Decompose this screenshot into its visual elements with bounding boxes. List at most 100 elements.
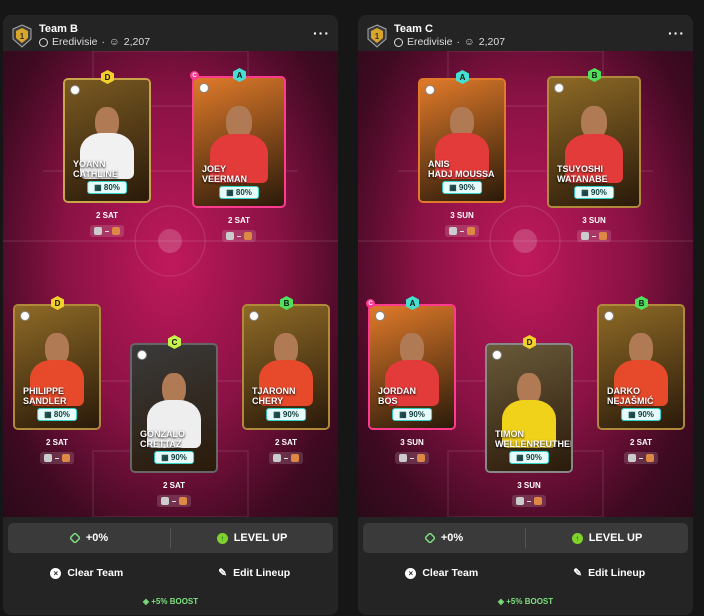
users-icon: ☺ (109, 36, 120, 48)
shirt-icon: ▦ (94, 183, 104, 192)
player-card[interactable]: YOANN CATHLINE ▦ 80% (63, 78, 151, 203)
player-card[interactable]: ANIS HADJ MOUSSA ▦ 90% (418, 78, 506, 203)
team-actions: × Clear Team ✎ Edit Lineup (358, 563, 693, 583)
player-last-name: BOS (378, 396, 398, 406)
boost-bar: +0% ↑ LEVEL UP (8, 523, 333, 553)
player-last-name: NEJAŠMIĆ (607, 396, 654, 406)
player-first-name: DARKO (607, 386, 640, 396)
play-probability: ▦ 80% (219, 186, 259, 199)
player-name: PHILIPPE SANDLER (23, 386, 67, 406)
team-name[interactable]: Team C (394, 23, 433, 35)
clear-team-label: Clear Team (67, 567, 124, 579)
player-name: DARKO NEJAŠMIĆ (607, 386, 654, 406)
boost-label: +5% BOOST (151, 597, 199, 606)
shirt-icon: ▦ (44, 410, 54, 419)
away-club-icon (244, 232, 252, 240)
team-panel: 1 Team B Eredivisie · ☺ 2,207 ··· YOANN CATHLINE… (3, 15, 338, 615)
edit-lineup-button[interactable]: ✎ Edit Lineup (171, 563, 339, 583)
fixture-dash (460, 230, 464, 232)
club-logo-icon (554, 83, 564, 93)
player-first-name: TJARONN (252, 386, 296, 396)
boost-delta-button[interactable]: +0% (8, 523, 170, 553)
boost-small-icon: ◈ (497, 597, 507, 606)
player-card[interactable]: DARKO NEJAŠMIĆ ▦ 90% (597, 304, 685, 430)
team-header: 1 Team C Eredivisie · ☺ 2,207 ··· (358, 15, 693, 51)
player-last-name: CRETTAZ (140, 439, 182, 449)
fixture-dash (55, 457, 59, 459)
player-card[interactable]: TJARONN CHERY ▦ 90% (242, 304, 330, 430)
trophy-icon: 1 (12, 24, 32, 48)
trophy-icon: 1 (367, 24, 387, 48)
boost-delta: +0% (85, 532, 109, 544)
player-name: JORDAN BOS (378, 386, 416, 406)
separator: · (456, 36, 461, 48)
fixture (90, 225, 124, 237)
player-card[interactable]: JOEY VEERMAN ▦ 80% (192, 76, 286, 208)
more-dots-icon[interactable]: ··· (313, 25, 330, 41)
svg-text:1: 1 (20, 32, 25, 41)
fixture-dash (237, 235, 241, 237)
player-last-name: WATANABE (557, 174, 608, 184)
separator: · (101, 36, 106, 48)
team-actions: × Clear Team ✎ Edit Lineup (3, 563, 338, 583)
captain-icon: C (366, 299, 375, 308)
team-subtitle: Eredivisie · ☺ 2,207 (394, 36, 505, 48)
match-day: 2 SAT (162, 481, 186, 490)
away-club-icon (467, 227, 475, 235)
team-name[interactable]: Team B (39, 23, 78, 35)
home-club-icon (94, 227, 102, 235)
club-logo-icon (604, 311, 614, 321)
fixture-dash (639, 457, 643, 459)
boost-delta: +0% (440, 532, 464, 544)
match-day: 2 SAT (95, 211, 119, 220)
team-header: 1 Team B Eredivisie · ☺ 2,207 ··· (3, 15, 338, 51)
entry-count: 2,207 (123, 36, 151, 48)
away-club-icon (179, 497, 187, 505)
player-last-name: WELLENREUTHER (495, 439, 573, 449)
shirt-icon: ▦ (273, 410, 283, 419)
player-first-name: TIMON (495, 429, 524, 439)
play-probability: ▦ 90% (266, 408, 306, 421)
club-logo-icon (137, 350, 147, 360)
level-up-button[interactable]: ↑ LEVEL UP (171, 523, 333, 553)
clear-team-button[interactable]: × Clear Team (358, 563, 526, 583)
more-dots-icon[interactable]: ··· (668, 25, 685, 41)
play-probability: ▦ 90% (442, 181, 482, 194)
away-club-icon (599, 232, 607, 240)
boost-delta-button[interactable]: +0% (363, 523, 525, 553)
player-card[interactable]: PHILIPPE SANDLER ▦ 80% (13, 304, 101, 430)
club-logo-icon (375, 311, 385, 321)
player-card[interactable]: TIMON WELLENREUTHER ▦ 90% (485, 343, 573, 473)
player-last-name: SANDLER (23, 396, 67, 406)
player-first-name: PHILIPPE (23, 386, 65, 396)
home-club-icon (516, 497, 524, 505)
match-day: 2 SAT (629, 438, 653, 447)
player-card[interactable]: JORDAN BOS ▦ 90% (368, 304, 456, 430)
level-up-button[interactable]: ↑ LEVEL UP (526, 523, 688, 553)
player-card[interactable]: TSUYOSHI WATANABE ▦ 90% (547, 76, 641, 208)
fixture (577, 230, 611, 242)
close-icon: × (50, 567, 62, 579)
boost-small-icon: ◈ (142, 597, 152, 606)
player-card[interactable]: GONZALO CRETTAZ ▦ 90% (130, 343, 218, 473)
edit-lineup-label: Edit Lineup (588, 567, 646, 579)
shirt-icon: ▦ (161, 453, 171, 462)
fixture-dash (527, 500, 531, 502)
boost-label: +5% BOOST (506, 597, 554, 606)
away-club-icon (291, 454, 299, 462)
match-day: 3 SUN (450, 211, 474, 220)
league-name: Eredivisie (407, 36, 453, 48)
play-probability: ▦ 90% (621, 408, 661, 421)
edit-lineup-button[interactable]: ✎ Edit Lineup (526, 563, 694, 583)
home-club-icon (161, 497, 169, 505)
fixture-dash (284, 457, 288, 459)
player-name: YOANN CATHLINE (73, 159, 118, 179)
home-club-icon (273, 454, 281, 462)
boost-icon (69, 533, 80, 543)
boost-bar: +0% ↑ LEVEL UP (363, 523, 688, 553)
pitch: YOANN CATHLINE ▦ 80% D 2 SAT JOEY VEERMAN ▦ 80%… (3, 51, 338, 517)
away-club-icon (534, 497, 542, 505)
home-club-icon (449, 227, 457, 235)
clear-team-button[interactable]: × Clear Team (3, 563, 171, 583)
club-logo-icon (20, 311, 30, 321)
